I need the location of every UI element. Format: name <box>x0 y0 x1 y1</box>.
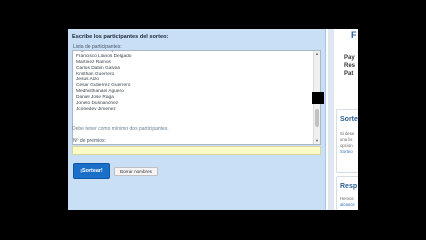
participant-line: Jcoriedev Jimenez <box>76 106 116 112</box>
sortear-button[interactable]: ¡Sortear! <box>73 163 110 179</box>
sidebar-divider <box>328 29 334 210</box>
screen-artifact <box>312 92 324 104</box>
sidebar-heading-line: Pay <box>344 55 355 61</box>
prizes-input[interactable] <box>72 146 321 155</box>
scroll-up-arrow-icon[interactable]: ▲ <box>314 51 320 57</box>
panel-title: Escribe los participantes del sorteo: <box>72 34 169 40</box>
min-participants-warning: Debe tener como mínimo dos participantes… <box>72 126 169 132</box>
clear-names-button[interactable]: Borrar nombres <box>114 167 158 176</box>
sidebar-card-title: Sorte <box>340 116 358 123</box>
sidebar-card-title: Resp <box>340 183 358 190</box>
sidebar-heading-line: Pat <box>344 71 354 77</box>
sidebar-card-line: una lis <box>340 137 353 142</box>
sidebar-card-respuestas: Resp Hemos alcance <box>336 176 358 210</box>
sidebar-card-link[interactable]: alcance <box>340 202 355 207</box>
sidebar-logo: F <box>351 30 357 40</box>
sidebar-card-line: Hemos <box>340 196 354 201</box>
sidebar-card-link[interactable]: Sorteo <box>340 149 353 154</box>
sidebar-card-line: opcion <box>340 143 353 148</box>
participants-lines: Miguel Lucas Sayes Francisco Llanos Delga… <box>76 51 312 113</box>
sidebar-heading-line: Res <box>344 63 356 69</box>
scroll-thumb[interactable] <box>315 109 319 127</box>
sidebar-card-line: Si dese <box>340 131 355 136</box>
browser-page: Escribe los participantes del sorteo: Li… <box>68 29 358 210</box>
participants-panel: Escribe los participantes del sorteo: Li… <box>68 29 326 210</box>
sidebar-card-sorteos: Sorte Si dese una lis opcion Sorteo <box>336 109 358 173</box>
prizes-label: Nº de premios: <box>73 138 106 144</box>
scroll-down-arrow-icon[interactable]: ▼ <box>314 138 320 144</box>
